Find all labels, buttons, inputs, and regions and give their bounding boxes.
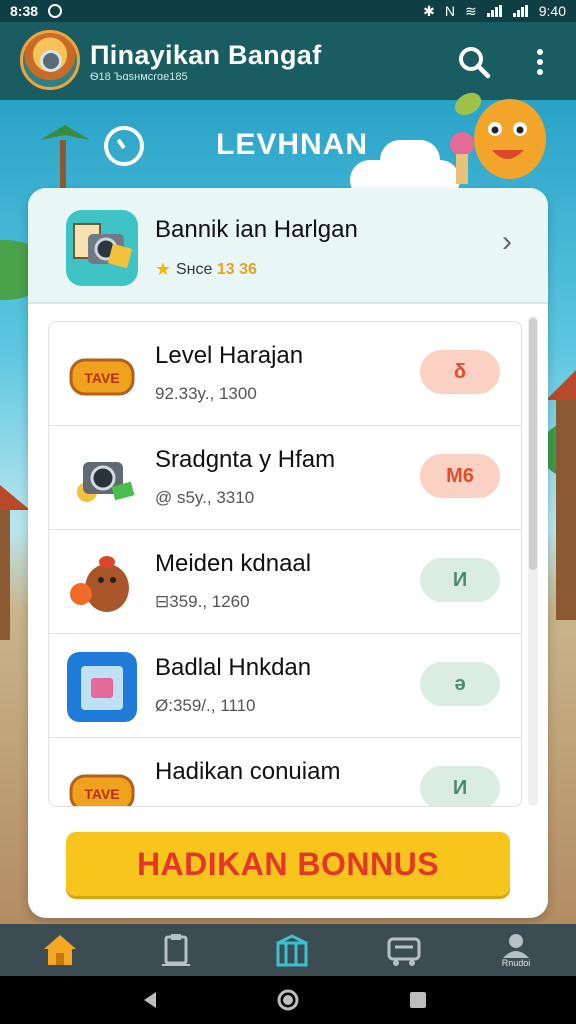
- item-meta: @ s5y., 3310: [155, 488, 255, 507]
- nav-profile[interactable]: Rnudoi: [486, 928, 546, 972]
- signal-icon: [486, 5, 503, 17]
- claim-pill[interactable]: M6: [420, 454, 500, 498]
- featured-meta: Sнce 13 36: [176, 261, 257, 279]
- system-nav-bar: [0, 976, 576, 1024]
- camera-gift-icon: [66, 210, 138, 286]
- nav-profile-label: Rnudoi: [501, 958, 531, 968]
- home-circle-icon[interactable]: [276, 988, 300, 1012]
- bonus-button-label: HADIKAN BONNUS: [136, 845, 440, 882]
- cart-icon: [387, 937, 421, 966]
- signal2-icon: [512, 5, 529, 17]
- featured-title: Bannik ian Harlgan: [155, 216, 358, 243]
- item-meta: ⊟359., 1260: [155, 592, 250, 611]
- nav-shop[interactable]: [374, 928, 434, 972]
- claim-pill[interactable]: δ: [420, 350, 500, 394]
- status-bar: 8:38 ✱ N ≋ 9:40: [0, 0, 576, 22]
- featured-meta-label: Sнce: [176, 261, 213, 278]
- nfc-icon: N: [444, 3, 456, 19]
- battery-level: 9:40: [538, 3, 566, 19]
- item-name: Sradgnta y Hfam: [155, 446, 336, 473]
- app-subtitle: Ѳ18 Ъɑsнмсɾɑe185: [90, 71, 188, 83]
- item-name: Meiden kdnaal: [155, 550, 312, 577]
- nav-home[interactable]: [30, 928, 90, 972]
- item-name: Hadikan conuiam: [155, 758, 341, 785]
- hut-right: [546, 370, 576, 620]
- treasure-scroll-icon: TAVE: [69, 774, 135, 806]
- hut-left: [0, 485, 30, 640]
- nav-tasks[interactable]: [146, 928, 206, 972]
- mascot-icon: [450, 92, 546, 184]
- claim-pill[interactable]: ə: [420, 662, 500, 706]
- item-meta: Ø:359/., 1110: [155, 696, 256, 715]
- list-item[interactable]: Meiden kdnaal ⊟359., 1260 И: [49, 530, 521, 634]
- level-label: LEVHNAN: [216, 128, 369, 161]
- wifi-icon: ≋: [465, 2, 477, 19]
- app-title: Πinayikan Bangaf: [90, 40, 322, 70]
- search-icon[interactable]: [456, 44, 492, 80]
- item-name: Level Harajan: [155, 342, 304, 369]
- list-item[interactable]: Badlal Hnkdan Ø:359/., 1110 ə: [49, 634, 521, 738]
- chevron-right-icon[interactable]: ›: [502, 225, 512, 259]
- star-icon: ★: [155, 259, 172, 279]
- featured-meta-value: 13 36: [216, 261, 257, 278]
- claim-pill[interactable]: И: [420, 558, 500, 602]
- status-time: 8:38: [10, 3, 39, 19]
- claim-pill[interactable]: И: [420, 766, 500, 806]
- camera-icon: [77, 462, 135, 502]
- list-item[interactable]: TAVE Level Harajan 92.33y., 1300 δ: [49, 322, 521, 426]
- item-meta: 92.33y., 1300: [155, 384, 257, 403]
- profile-icon: [503, 934, 529, 958]
- list-scrollbar[interactable]: [528, 316, 538, 806]
- gift-box-icon: [276, 934, 308, 967]
- back-icon[interactable]: [140, 990, 160, 1010]
- treasure-scroll-icon: TAVE: [69, 358, 135, 396]
- item-name: Badlal Hnkdan: [155, 654, 312, 681]
- list-item[interactable]: TAVE Hadikan conuiam И: [49, 738, 521, 806]
- status-icons: ✱ N ≋ 9:40: [423, 3, 566, 20]
- timer-icon: [104, 126, 144, 166]
- home-icon: [44, 935, 76, 965]
- more-menu-icon[interactable]: [528, 44, 552, 80]
- svg-text:TAVE: TAVE: [84, 786, 119, 802]
- status-app-icon: [48, 4, 63, 18]
- clay-pot-icon: [70, 556, 129, 612]
- reward-list: TAVE Level Harajan 92.33y., 1300 δ Sradg…: [48, 321, 522, 807]
- list-item[interactable]: Sradgnta y Hfam @ s5y., 3310 M6: [49, 426, 521, 530]
- clipboard-icon: [162, 934, 190, 966]
- content-card: Bannik ian Harlgan ★ Sнce 13 36 › TAVE L…: [28, 188, 548, 918]
- featured-item[interactable]: Bannik ian Harlgan ★ Sнce 13 36 ›: [28, 188, 548, 304]
- svg-text:TAVE: TAVE: [84, 370, 119, 386]
- bonus-button[interactable]: HADIKAN BONNUS: [66, 832, 510, 896]
- recents-icon[interactable]: [408, 990, 428, 1010]
- nav-gifts[interactable]: [262, 928, 322, 972]
- app-logo-icon[interactable]: [20, 30, 80, 90]
- bluetooth-icon: ✱: [423, 2, 435, 19]
- bottom-nav: Rnudoi: [0, 924, 576, 976]
- bag-card-icon: [67, 652, 137, 722]
